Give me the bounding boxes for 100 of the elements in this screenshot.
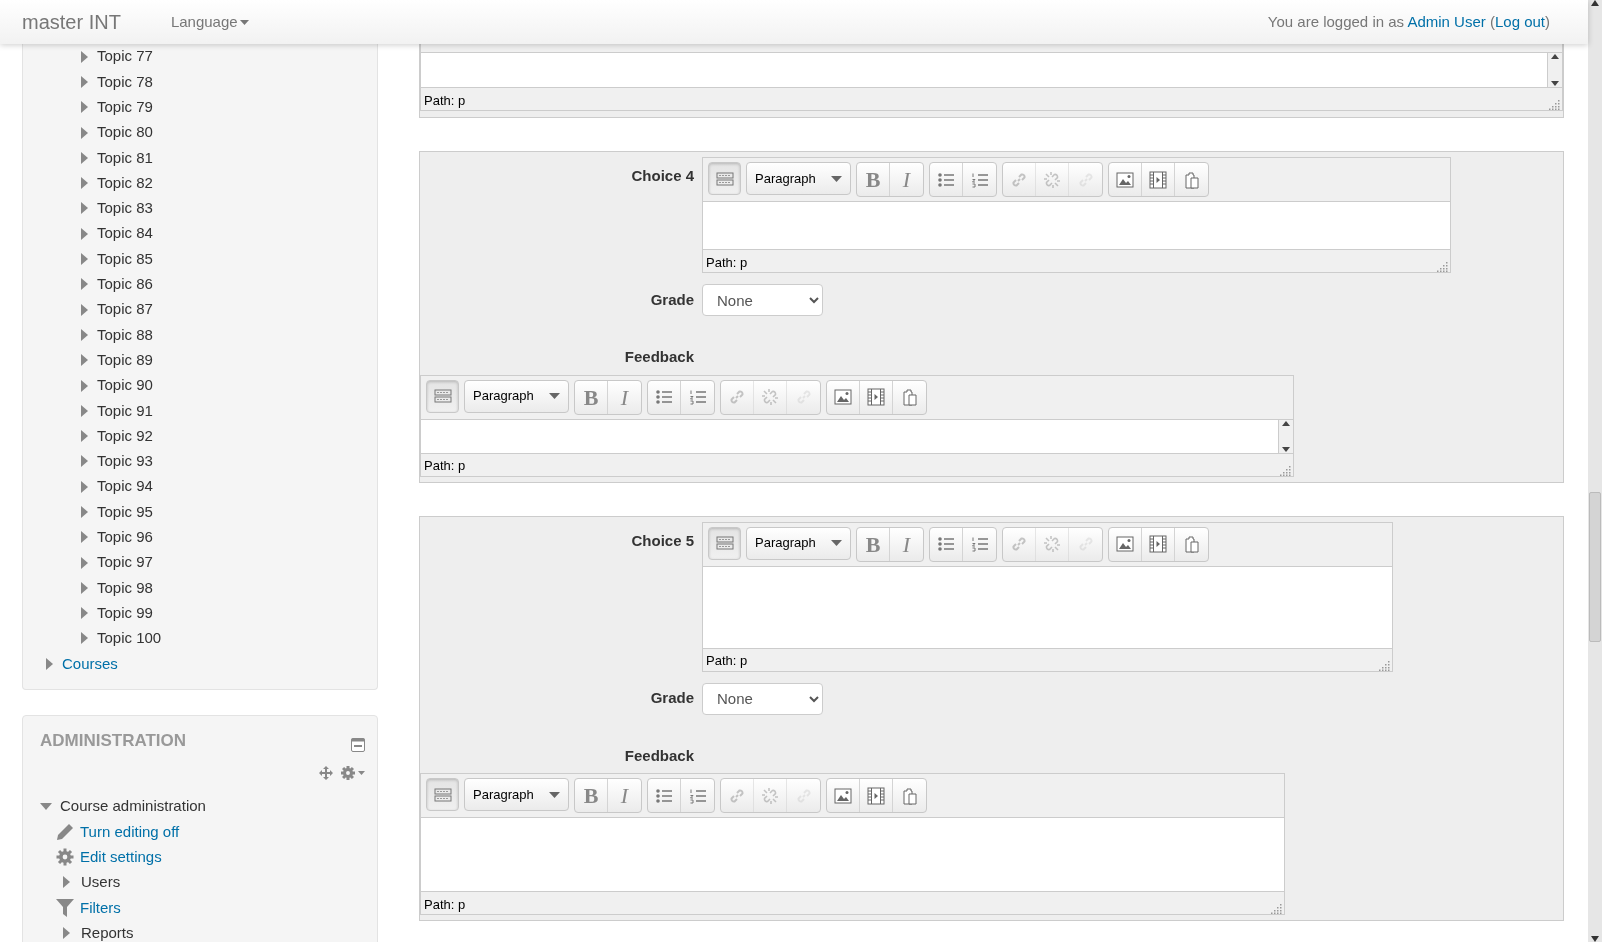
expanded-arrow-icon[interactable] [40,802,52,811]
collapsed-arrow-icon[interactable] [81,75,89,88]
format-dropdown[interactable]: Paragraph [746,162,851,195]
scroll-down-icon[interactable] [1282,446,1290,452]
grade-select[interactable]: None [702,682,823,715]
image-icon [1116,535,1134,553]
link-icon [1010,535,1028,553]
format-dropdown[interactable]: Paragraph [464,778,569,811]
collapsed-arrow-icon[interactable] [81,177,89,190]
dropdown-caret-icon [831,540,842,546]
collapsed-arrow-icon[interactable] [81,50,89,63]
resize-grip-icon[interactable] [1279,463,1291,476]
topic-item[interactable]: Topic 83 [97,197,153,220]
topic-item[interactable]: Topic 82 [97,171,153,195]
film-icon [1149,170,1167,189]
topic-item[interactable]: Topic 93 [97,450,153,473]
tree-item[interactable]: Course administration [60,795,206,818]
collapsed-arrow-icon[interactable] [81,126,89,139]
logout-link[interactable]: Log out [1494,12,1545,30]
format-dropdown[interactable]: Paragraph [464,379,569,413]
textarea-scrollbar[interactable] [1278,419,1293,453]
toolbar-toggle-button[interactable] [426,379,459,413]
resize-grip-icon[interactable] [1378,658,1390,671]
admin-link[interactable]: Filters [80,896,121,919]
collapsed-arrow-icon[interactable] [81,506,89,518]
topic-item[interactable]: Topic 79 [97,96,153,119]
admin-link[interactable]: Turn editing off [80,820,180,844]
topic-item[interactable]: Topic 81 [97,146,153,170]
topic-item[interactable]: Topic 86 [97,273,153,296]
topic-item[interactable]: Topic 87 [97,298,153,321]
topic-item[interactable]: Topic 96 [97,526,153,549]
collapsed-arrow-icon[interactable] [46,657,54,670]
topic-item[interactable]: Topic 80 [97,121,153,144]
topic-item[interactable]: Topic 98 [97,576,153,600]
collapsed-arrow-icon[interactable] [81,151,89,164]
admin-link[interactable]: Edit settings [80,845,162,869]
topic-item[interactable]: Topic 90 [97,374,153,397]
collapsed-arrow-icon[interactable] [81,404,89,417]
tree-item[interactable]: Users [81,871,121,894]
field-label: Feedback [623,745,695,766]
scroll-up-icon[interactable] [1551,54,1559,59]
site-name-link[interactable]: master INT [22,7,121,37]
collapsed-arrow-icon[interactable] [81,430,89,443]
editor-path: Path: p [424,91,466,110]
collapsed-arrow-icon[interactable] [81,632,89,645]
collapsed-arrow-icon[interactable] [81,202,89,215]
collapsed-arrow-icon[interactable] [81,455,89,468]
toolbar-rows-icon [433,387,452,405]
topic-item[interactable]: Topic 88 [97,323,153,347]
editor-path: Path: p [424,457,466,475]
topic-item[interactable]: Topic 91 [97,399,153,423]
collapsed-arrow-icon[interactable] [81,480,89,493]
topic-item[interactable]: Topic 97 [97,551,153,574]
collapsed-arrow-icon[interactable] [81,101,89,114]
scroll-up-icon[interactable] [1591,0,1599,6]
resize-grip-icon[interactable] [1436,260,1448,272]
topic-item[interactable]: Topic 85 [97,247,153,271]
topic-item[interactable]: Topic 89 [97,348,153,372]
scroll-down-icon[interactable] [1591,936,1599,942]
collapsed-arrow-icon[interactable] [81,253,89,265]
topic-item[interactable]: Topic 78 [97,70,153,94]
collapsed-arrow-icon[interactable] [81,379,89,392]
collapsed-arrow-icon[interactable] [63,876,71,889]
collapsed-arrow-icon[interactable] [81,531,89,544]
toolbar-rows-icon [715,534,734,552]
resize-grip-icon[interactable] [1548,98,1560,110]
collapse-block-icon[interactable] [351,738,365,753]
toolbar-toggle-button[interactable] [708,526,741,560]
collapsed-arrow-icon[interactable] [63,927,71,940]
grade-select[interactable]: None [702,284,823,316]
collapsed-arrow-icon[interactable] [81,354,89,367]
collapsed-arrow-icon[interactable] [81,303,89,316]
scroll-up-icon[interactable] [1282,420,1290,426]
collapsed-arrow-icon[interactable] [81,581,89,594]
collapsed-arrow-icon[interactable] [81,607,89,620]
toolbar-toggle-button[interactable] [426,778,459,811]
collapsed-arrow-icon[interactable] [81,278,89,291]
topic-item[interactable]: Topic 84 [97,222,153,245]
gear-caret-icon[interactable] [341,765,365,780]
collapsed-arrow-icon[interactable] [81,556,89,569]
topic-item[interactable]: Topic 77 [97,45,153,68]
courses-link[interactable]: Courses [62,652,118,675]
user-link[interactable]: Admin User [1407,12,1486,30]
scroll-down-icon[interactable] [1551,81,1559,86]
topic-item[interactable]: Topic 99 [97,601,153,625]
textarea-scrollbar[interactable] [1547,53,1562,87]
toolbar-toggle-button[interactable] [708,162,741,195]
topic-item[interactable]: Topic 94 [97,475,153,498]
resize-grip-icon[interactable] [1270,902,1282,914]
move-icon[interactable] [319,765,333,780]
topic-item[interactable]: Topic 92 [97,424,153,448]
collapsed-arrow-icon[interactable] [81,328,89,341]
scrollbar-thumb[interactable] [1589,492,1601,642]
topic-item[interactable]: Topic 95 [97,500,153,524]
topic-item[interactable]: Topic 100 [97,627,162,650]
page-scrollbar[interactable] [1588,0,1602,942]
collapsed-arrow-icon[interactable] [81,227,89,240]
language-menu[interactable]: Language [170,10,249,34]
tree-item[interactable]: Reports [81,921,134,942]
format-dropdown[interactable]: Paragraph [746,526,851,560]
